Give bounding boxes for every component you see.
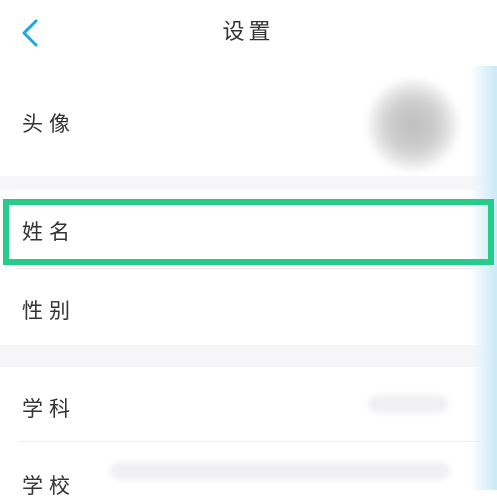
subject-label: 学科: [22, 397, 76, 421]
gender-label: 性别: [22, 299, 76, 323]
gender-row[interactable]: 性别: [0, 269, 497, 345]
school-value: [110, 462, 450, 480]
top-bar: 设置: [0, 0, 497, 66]
section-gap: [0, 176, 497, 190]
section-gap: [0, 345, 497, 367]
subject-value: [368, 395, 448, 413]
name-label: 姓名: [22, 220, 76, 244]
page-title: 设置: [222, 20, 275, 45]
avatar-label: 头像: [22, 112, 76, 136]
avatar[interactable]: [368, 80, 458, 170]
school-label: 学校: [22, 474, 76, 498]
name-row[interactable]: 姓名: [0, 190, 497, 266]
scroll-edge: [470, 66, 497, 490]
